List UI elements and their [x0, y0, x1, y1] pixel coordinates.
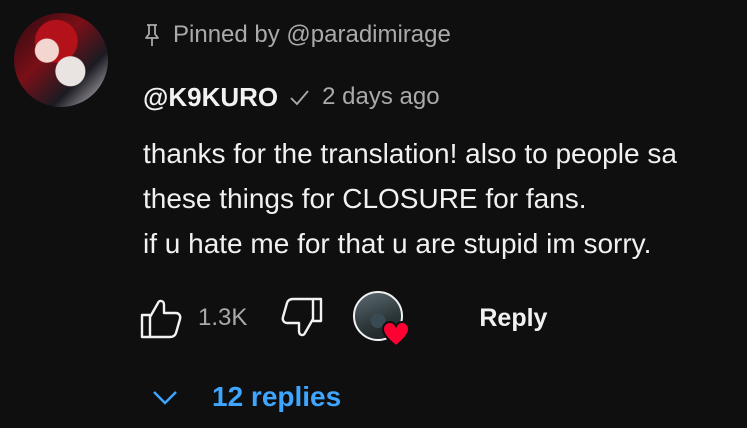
creator-heart	[353, 291, 411, 348]
comment-line: thanks for the translation! also to peop…	[143, 138, 677, 169]
comment-actions: 1.3K Reply	[138, 288, 561, 348]
view-replies-button[interactable]: 12 replies	[150, 375, 341, 419]
replies-count-label: 12 replies	[212, 381, 342, 412]
thumbs-down-icon	[281, 297, 323, 337]
comment-header: @K9KURO 2 days ago	[143, 80, 440, 114]
author-name[interactable]: @K9KURO	[143, 82, 278, 113]
comment-text: thanks for the translation! also to peop…	[143, 131, 747, 266]
author-avatar[interactable]	[14, 13, 108, 107]
verified-check-icon	[290, 90, 309, 106]
pinned-text: Pinned by @paradimirage	[173, 21, 451, 48]
heart-icon	[382, 320, 411, 348]
comment-line: these things for CLOSURE for fans.	[143, 183, 587, 214]
like-button[interactable]	[138, 295, 184, 341]
thumbs-up-icon	[140, 299, 182, 339]
comment-timestamp[interactable]: 2 days ago	[322, 83, 439, 111]
reply-button[interactable]: Reply	[465, 296, 561, 341]
pinned-label: Pinned by @paradimirage	[143, 18, 451, 52]
dislike-button[interactable]	[279, 295, 325, 341]
chevron-down-icon	[153, 391, 177, 405]
comment-line: if u hate me for that u are stupid im so…	[143, 228, 652, 259]
like-count: 1.3K	[198, 304, 248, 331]
pin-icon	[145, 24, 159, 46]
